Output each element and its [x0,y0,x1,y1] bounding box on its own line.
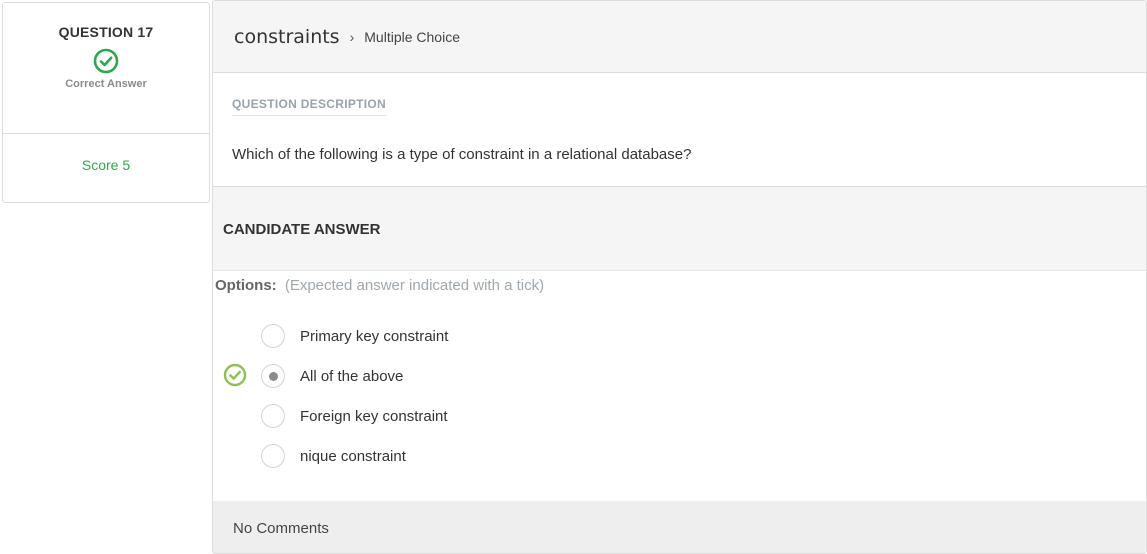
option-radio[interactable] [261,324,285,348]
radio-dot [268,371,278,381]
question-detail-panel: constraints › Multiple Choice QUESTION D… [212,0,1147,554]
question-description-text: Which of the following is a type of cons… [232,146,692,163]
expected-answer-check-icon [223,363,247,387]
question-summary-top: QUESTION 17 Correct Answer [3,3,209,134]
question-description-section: QUESTION DESCRIPTION Which of the follow… [213,73,1146,187]
option-item: nique constraint [215,436,1146,476]
option-item: Foreign key constraint [215,396,1146,436]
option-item: All of the above [215,356,1146,396]
comments-text: No Comments [233,519,329,537]
breadcrumb-separator: › [349,28,355,45]
question-description-label: QUESTION DESCRIPTION [232,97,387,116]
score-label: Score 5 [81,157,131,173]
option-label: All of the above [300,367,404,385]
options-section: Options: (Expected answer indicated with… [213,271,1146,500]
answer-status: Correct Answer [65,78,147,90]
breadcrumb-topic: constraints [234,25,340,48]
options-note: (Expected answer indicated with a tick) [284,277,545,294]
option-radio-selected[interactable] [261,364,285,388]
option-item: Primary key constraint [215,316,1146,356]
option-label: Primary key constraint [300,327,449,345]
options-heading: Options: (Expected answer indicated with… [215,277,1146,294]
option-radio[interactable] [261,404,285,428]
option-label: Foreign key constraint [300,407,448,425]
question-number: QUESTION 17 [58,24,154,40]
breadcrumb: constraints › Multiple Choice [213,1,1146,73]
option-label: nique constraint [300,447,406,465]
options-list: Primary key constraint All of the above … [215,316,1146,476]
comments-section: No Comments [213,501,1146,553]
question-summary-card: QUESTION 17 Correct Answer Score 5 [2,2,210,203]
candidate-answer-title: CANDIDATE ANSWER [223,221,381,238]
score-section: Score 5 [3,134,209,173]
option-radio[interactable] [261,444,285,468]
check-circle-icon [93,48,119,74]
options-label: Options: [215,277,277,294]
breadcrumb-question-type: Multiple Choice [364,28,460,45]
candidate-answer-header: CANDIDATE ANSWER [213,187,1146,271]
